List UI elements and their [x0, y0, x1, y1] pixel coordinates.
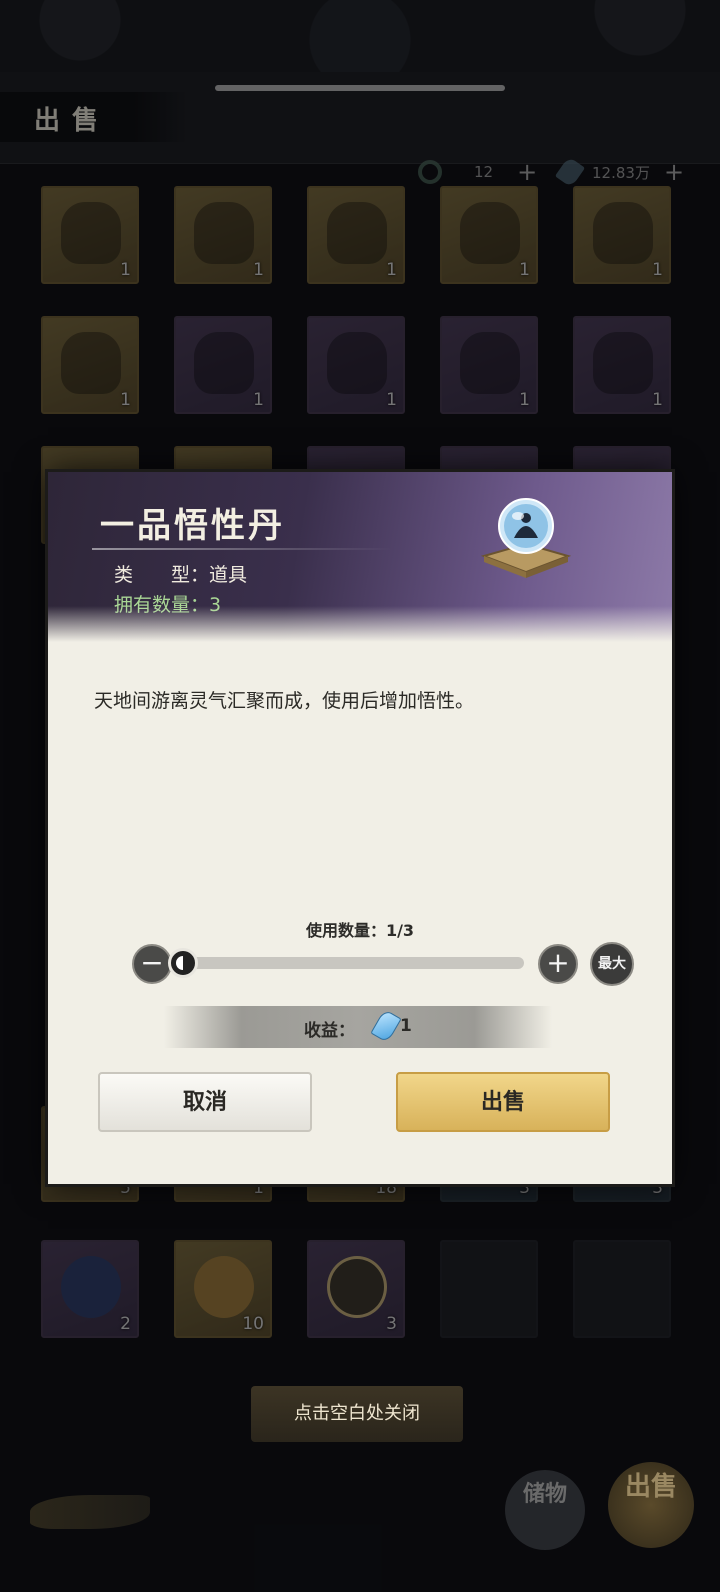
income-bar: 收益： 1 — [164, 1006, 552, 1048]
item-description: 天地间游离灵气汇聚而成，使用后增加悟性。 — [94, 690, 475, 712]
income-label: 收益： — [304, 1021, 355, 1041]
increase-button[interactable]: + — [538, 944, 578, 984]
sell-tab-button[interactable]: 出售 — [608, 1462, 694, 1548]
spirit-stone-icon — [370, 1008, 402, 1044]
max-button[interactable]: 最大 — [590, 942, 634, 986]
dialog-header: 一品悟性丹 类 型：道具 拥有数量：3 — [48, 472, 672, 642]
item-sell-dialog: 一品悟性丹 类 型：道具 拥有数量：3 天地间游离灵气汇聚而成，使用后增加悟性。… — [48, 472, 672, 1184]
income-value: 1 — [400, 1016, 412, 1036]
item-type: 类 型：道具 — [114, 564, 248, 586]
usage-quantity-label: 使用数量：1/3 — [305, 921, 415, 940]
quantity-slider[interactable] — [174, 957, 524, 969]
close-hint[interactable]: 点击空白处关闭 — [251, 1386, 463, 1442]
item-owned-count: 拥有数量：3 — [114, 594, 222, 616]
item-name: 一品悟性丹 — [100, 506, 285, 546]
enlightenment-pill-icon — [480, 498, 572, 578]
slider-knob[interactable] — [168, 948, 198, 978]
decrease-button[interactable]: − — [132, 944, 172, 984]
title-divider — [92, 548, 392, 550]
brush-decoration — [30, 1495, 150, 1529]
cancel-button[interactable]: 取消 — [98, 1072, 312, 1132]
sell-button[interactable]: 出售 — [396, 1072, 610, 1132]
storage-tab-button[interactable]: 储物 — [505, 1470, 585, 1550]
